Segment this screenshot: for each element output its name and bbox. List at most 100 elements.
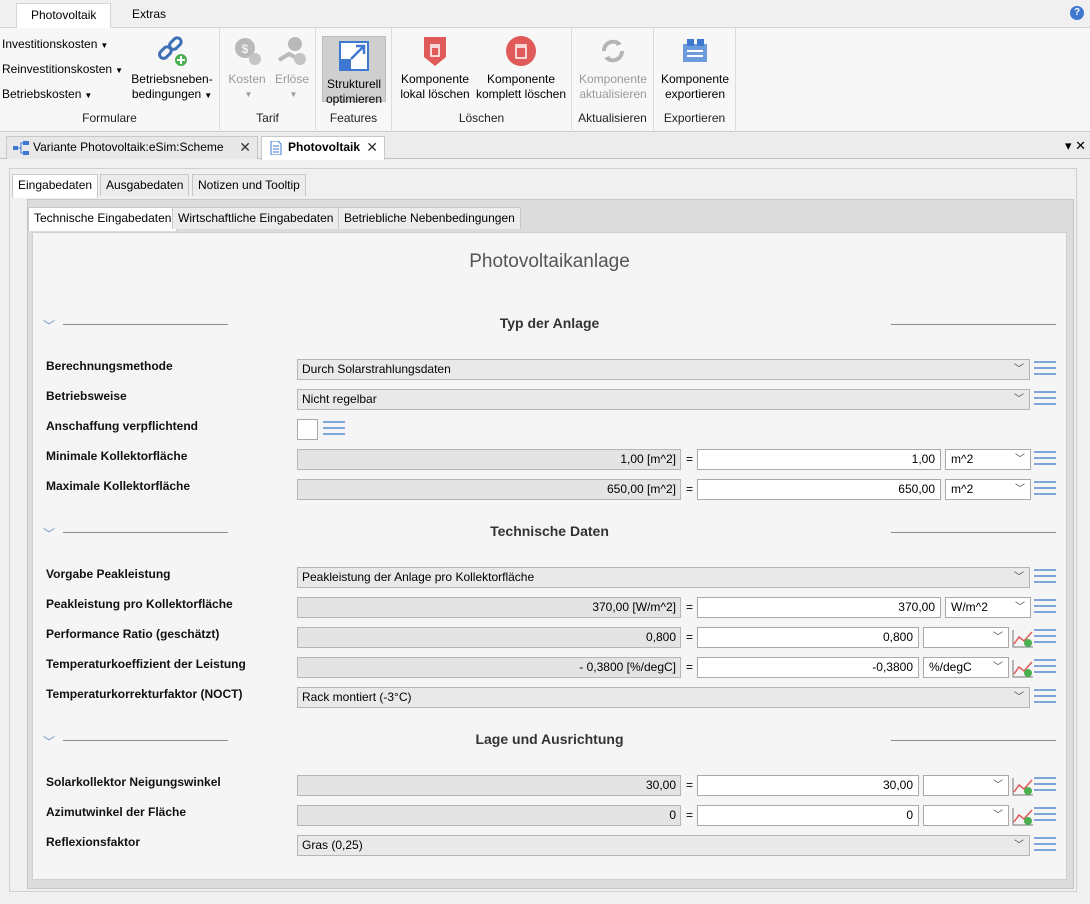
doc-tab-photovoltaik[interactable]: Photovoltaik ✕ — [261, 136, 385, 160]
tab-ausgabedaten[interactable]: Ausgabedaten — [100, 174, 190, 196]
temp-koeff-input[interactable]: -0,3800 — [697, 657, 919, 678]
tab-technische-eingabedaten[interactable]: Technische Eingabedaten — [28, 207, 178, 231]
page-title: Photovoltaikanlage — [469, 251, 630, 272]
chevron-down-icon: ﹀ — [1014, 572, 1024, 583]
caret-down-icon: ▼ — [84, 91, 93, 100]
komplett-line2: komplett löschen — [475, 87, 567, 101]
menu-icon[interactable] — [323, 421, 345, 437]
group-label-tarif: Tarif — [256, 111, 279, 125]
menu-icon[interactable] — [1034, 629, 1056, 645]
help-icon[interactable]: ? — [1070, 6, 1084, 20]
menu-icon[interactable] — [1034, 599, 1056, 615]
azimut-input[interactable]: 0 — [697, 805, 919, 826]
betriebsweise-select[interactable]: Nicht regelbar ﹀ — [297, 389, 1030, 410]
menu-icon[interactable] — [1034, 689, 1056, 705]
label-temperaturkoeffizient: Temperaturkoeffizient der Leistung — [46, 657, 246, 671]
label-temperaturkorrekturfaktor: Temperaturkorrekturfaktor (NOCT) — [46, 687, 243, 701]
anschaffung-checkbox[interactable] — [297, 419, 318, 440]
caret-down-icon: ▼ — [100, 41, 109, 50]
divider — [891, 324, 1056, 325]
trend-chart-icon[interactable] — [1012, 628, 1034, 648]
reinvestitionskosten-button[interactable]: Reinvestitionskosten ▼ — [2, 62, 123, 76]
form-panel: Photovoltaikanlage ﹀ Typ der Anlage Bere… — [32, 232, 1067, 880]
temp-koeff-unit-select[interactable]: %/degC ﹀ — [923, 657, 1009, 678]
group-exportieren: Komponente exportieren Exportieren — [654, 28, 736, 130]
menu-icon[interactable] — [1034, 481, 1056, 497]
chevron-down-icon: ﹀ — [1015, 454, 1025, 465]
performance-ratio-unit-select[interactable]: ﹀ — [923, 627, 1009, 648]
label-azimutwinkel: Azimutwinkel der Fläche — [46, 805, 187, 819]
close-icon[interactable]: ✕ — [366, 137, 378, 158]
max-flaeche-input[interactable]: 650,00 — [697, 479, 941, 500]
ribbon: Investitionskosten ▼ Reinvestitionskosten… — [0, 28, 1090, 132]
menu-icon[interactable] — [1034, 777, 1056, 793]
exportieren-line1: Komponente — [660, 72, 730, 86]
label-berechnungsmethode: Berechnungsmethode — [46, 359, 173, 373]
menu-icon[interactable] — [1034, 569, 1056, 585]
export-icon — [683, 39, 707, 62]
menu-icon[interactable] — [1034, 391, 1056, 407]
betriebskosten-button[interactable]: Betriebskosten ▼ — [2, 87, 92, 101]
kosten-button[interactable]: $ Kosten ▼ — [226, 34, 268, 102]
tab-wirtschaftliche-eingabedaten[interactable]: Wirtschaftliche Eingabedaten — [172, 207, 340, 229]
menu-icon[interactable] — [1034, 807, 1056, 823]
equals-sign: = — [686, 778, 694, 792]
temp-korr-select[interactable]: Rack montiert (-3°C) ﹀ — [297, 687, 1030, 708]
komponente-komplett-loeschen-button[interactable]: Komponente komplett löschen — [474, 34, 568, 102]
menu-icon[interactable] — [1034, 837, 1056, 853]
erloese-label: Erlöse — [274, 72, 309, 86]
tab-notizen[interactable]: Notizen und Tooltip — [192, 174, 306, 196]
content-area: Eingabedaten Ausgabedaten Notizen und To… — [9, 168, 1077, 892]
equals-sign: = — [686, 808, 694, 822]
trash-shield-icon — [424, 37, 446, 66]
neigung-input[interactable]: 30,00 — [697, 775, 919, 796]
trend-chart-icon[interactable] — [1012, 806, 1034, 826]
reflexion-select[interactable]: Gras (0,25) ﹀ — [297, 835, 1030, 856]
menu-icon[interactable] — [1034, 361, 1056, 377]
chain-link-icon — [158, 36, 187, 66]
peak-unit-select[interactable]: W/m^2 ﹀ — [945, 597, 1031, 618]
investitionskosten-label: Investitionskosten — [2, 37, 98, 51]
min-flaeche-input[interactable]: 1,00 — [697, 449, 941, 470]
komponente-aktualisieren-button[interactable]: Komponente aktualisieren — [576, 34, 650, 102]
trend-chart-icon[interactable] — [1012, 658, 1034, 678]
peak-input[interactable]: 370,00 — [697, 597, 941, 618]
ribbon-tab-extras[interactable]: Extras — [118, 3, 180, 29]
trend-chart-icon[interactable] — [1012, 776, 1034, 796]
tab-dropdown-icon[interactable]: ▾ — [1065, 138, 1072, 153]
erloese-button[interactable]: Erlöse ▼ — [272, 34, 312, 102]
vorgabe-peakleistung-select[interactable]: Peakleistung der Anlage pro Kollektorflä… — [297, 567, 1030, 588]
tab-close-icon[interactable]: ✕ — [1075, 138, 1086, 153]
max-flaeche-unit-select[interactable]: m^2 ﹀ — [945, 479, 1031, 500]
tab-betriebliche-nebenbedingungen[interactable]: Betriebliche Nebenbedingungen — [338, 207, 521, 229]
close-icon[interactable]: ✕ — [239, 137, 251, 158]
scheme-icon — [13, 141, 29, 155]
group-formulare: Investitionskosten ▼ Reinvestitionskosten… — [0, 28, 220, 130]
equals-sign: = — [686, 600, 694, 614]
unit-value: W/m^2 — [951, 600, 988, 614]
min-flaeche-unit-select[interactable]: m^2 ﹀ — [945, 449, 1031, 470]
kosten-label: Kosten — [228, 72, 266, 86]
berechnungsmethode-value: Durch Solarstrahlungsdaten — [302, 362, 451, 376]
strukturell-optimieren-button[interactable]: Strukturell optimieren — [322, 36, 386, 106]
performance-ratio-display: 0,800 — [297, 627, 681, 648]
azimut-unit-select[interactable]: ﹀ — [923, 805, 1009, 826]
komponente-lokal-loeschen-button[interactable]: Komponente lokal löschen — [396, 34, 474, 102]
doc-tab-variante[interactable]: Variante Photovoltaik:eSim:Scheme ✕ — [6, 136, 258, 159]
menu-icon[interactable] — [1034, 451, 1056, 467]
tab-eingabedaten[interactable]: Eingabedaten — [12, 174, 99, 198]
nebenbedingungen-line1: Betriebsneben- — [131, 72, 213, 86]
chevron-down-icon: ﹀ — [1014, 840, 1024, 851]
refresh-icon — [602, 39, 624, 63]
peak-display: 370,00 [W/m^2] — [297, 597, 681, 618]
label-anschaffung-verpflichtend: Anschaffung verpflichtend — [46, 419, 199, 433]
menu-icon[interactable] — [1034, 659, 1056, 675]
section-typ-der-anlage: ﹀ Typ der Anlage — [33, 315, 1066, 335]
ribbon-tab-photovoltaik[interactable]: Photovoltaik — [16, 3, 112, 29]
performance-ratio-input[interactable]: 0,800 — [697, 627, 919, 648]
betriebsnebenbedingungen-button[interactable]: Betriebsneben- bedingungen ▼ — [128, 34, 216, 103]
neigung-unit-select[interactable]: ﹀ — [923, 775, 1009, 796]
berechnungsmethode-select[interactable]: Durch Solarstrahlungsdaten ﹀ — [297, 359, 1030, 380]
investitionskosten-button[interactable]: Investitionskosten ▼ — [2, 37, 108, 51]
komponente-exportieren-button[interactable]: Komponente exportieren — [658, 34, 732, 102]
